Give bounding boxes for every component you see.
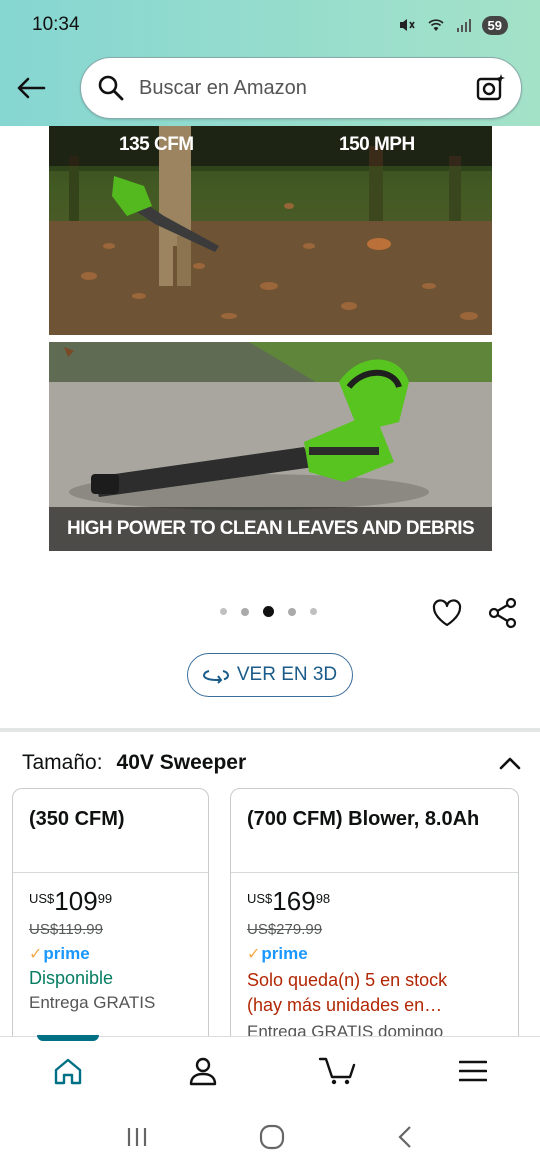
status-icons: 59 bbox=[398, 15, 508, 35]
size-value: 40V Sweeper bbox=[116, 751, 247, 774]
cart-icon bbox=[318, 1057, 355, 1084]
tab-account[interactable] bbox=[135, 1037, 270, 1104]
product-image-gallery[interactable]: 135 CFM 150 MPH HIGH POWER TO CLEAN LEAV… bbox=[0, 126, 540, 566]
product-photo-leaves: 135 CFM 150 MPH bbox=[49, 126, 492, 335]
variant-availability: Disponible bbox=[29, 968, 114, 988]
bottom-tab-bar bbox=[0, 1035, 540, 1104]
back-button[interactable] bbox=[0, 57, 62, 119]
system-navigation-bar bbox=[0, 1104, 540, 1170]
wifi-icon bbox=[427, 19, 444, 31]
gallery-pagination bbox=[220, 606, 317, 617]
share-button[interactable] bbox=[487, 597, 519, 629]
prime-badge: ✓ prime bbox=[247, 944, 308, 963]
battery-indicator: 59 bbox=[481, 15, 508, 35]
search-input[interactable]: Buscar en Amazon bbox=[80, 57, 522, 119]
chevron-up-icon[interactable] bbox=[498, 755, 522, 771]
variant-shipping: Entrega GRATIS bbox=[29, 993, 156, 1012]
variant-stock: Solo queda(n) 5 en stock (hay más unidad… bbox=[247, 970, 448, 1015]
user-icon bbox=[189, 1057, 216, 1085]
hamburger-menu-icon bbox=[458, 1060, 487, 1081]
heart-icon bbox=[432, 599, 462, 627]
view-in-3d-button[interactable]: VER EN 3D bbox=[187, 653, 353, 697]
speed-label: 150 MPH bbox=[339, 134, 415, 155]
tab-home[interactable] bbox=[0, 1035, 135, 1104]
product-photo-blower: HIGH POWER TO CLEAN LEAVES AND DEBRIS bbox=[49, 342, 492, 551]
view-in-3d-label: VER EN 3D bbox=[236, 664, 338, 685]
variant-list-price: US$119.99 bbox=[29, 921, 103, 938]
status-bar: 10:34 59 bbox=[0, 0, 540, 50]
variant-title: (350 CFM) bbox=[13, 789, 208, 873]
mute-icon bbox=[399, 19, 415, 31]
camera-search-icon[interactable] bbox=[475, 72, 507, 104]
size-label: Tamaño: bbox=[22, 751, 103, 774]
home-circle-icon[interactable] bbox=[259, 1124, 285, 1150]
share-icon bbox=[488, 597, 517, 629]
search-placeholder: Buscar en Amazon bbox=[139, 76, 307, 99]
pagination-dot[interactable] bbox=[288, 607, 296, 616]
image-caption: HIGH POWER TO CLEAN LEAVES AND DEBRIS bbox=[49, 507, 492, 551]
variant-title: (700 CFM) Blower, 8.0Ah bbox=[231, 789, 518, 873]
tab-menu[interactable] bbox=[405, 1037, 540, 1104]
section-divider bbox=[0, 728, 540, 732]
back-arrow-icon bbox=[17, 77, 46, 99]
size-selector[interactable]: Tamaño: 40V Sweeper bbox=[22, 748, 522, 778]
variant-price: US$ 169 98 bbox=[247, 886, 331, 916]
pagination-dot[interactable] bbox=[310, 608, 317, 615]
recent-apps-icon[interactable] bbox=[125, 1126, 149, 1148]
variant-list-price: US$279.99 bbox=[247, 921, 323, 938]
airflow-label: 135 CFM bbox=[119, 134, 194, 155]
signal-icon bbox=[456, 19, 471, 32]
variant-price: US$ 109 99 bbox=[29, 886, 113, 916]
system-back-icon[interactable] bbox=[395, 1125, 415, 1149]
leaves-scene-image bbox=[49, 126, 492, 335]
tab-cart[interactable] bbox=[270, 1037, 405, 1104]
active-tab-indicator bbox=[37, 1035, 99, 1041]
prime-check-icon: ✓ bbox=[247, 946, 261, 963]
prime-check-icon: ✓ bbox=[29, 946, 43, 963]
variant-card-350cfm[interactable]: (350 CFM) US$ 109 99 US$119.99 ✓ prime Di… bbox=[12, 788, 209, 1048]
pagination-dot[interactable] bbox=[241, 607, 249, 616]
search-icon bbox=[98, 75, 124, 101]
prime-badge: ✓ prime bbox=[29, 944, 90, 963]
status-time: 10:34 bbox=[32, 14, 80, 35]
home-icon bbox=[54, 1058, 81, 1084]
header: Buscar en Amazon bbox=[0, 50, 540, 126]
pagination-dot[interactable] bbox=[220, 608, 227, 615]
rotate-3d-icon bbox=[202, 670, 229, 684]
pagination-dot-active[interactable] bbox=[263, 606, 274, 617]
variant-card-700cfm[interactable]: (700 CFM) Blower, 8.0Ah US$ 169 98 US$27… bbox=[230, 788, 519, 1048]
wishlist-button[interactable] bbox=[431, 597, 463, 629]
